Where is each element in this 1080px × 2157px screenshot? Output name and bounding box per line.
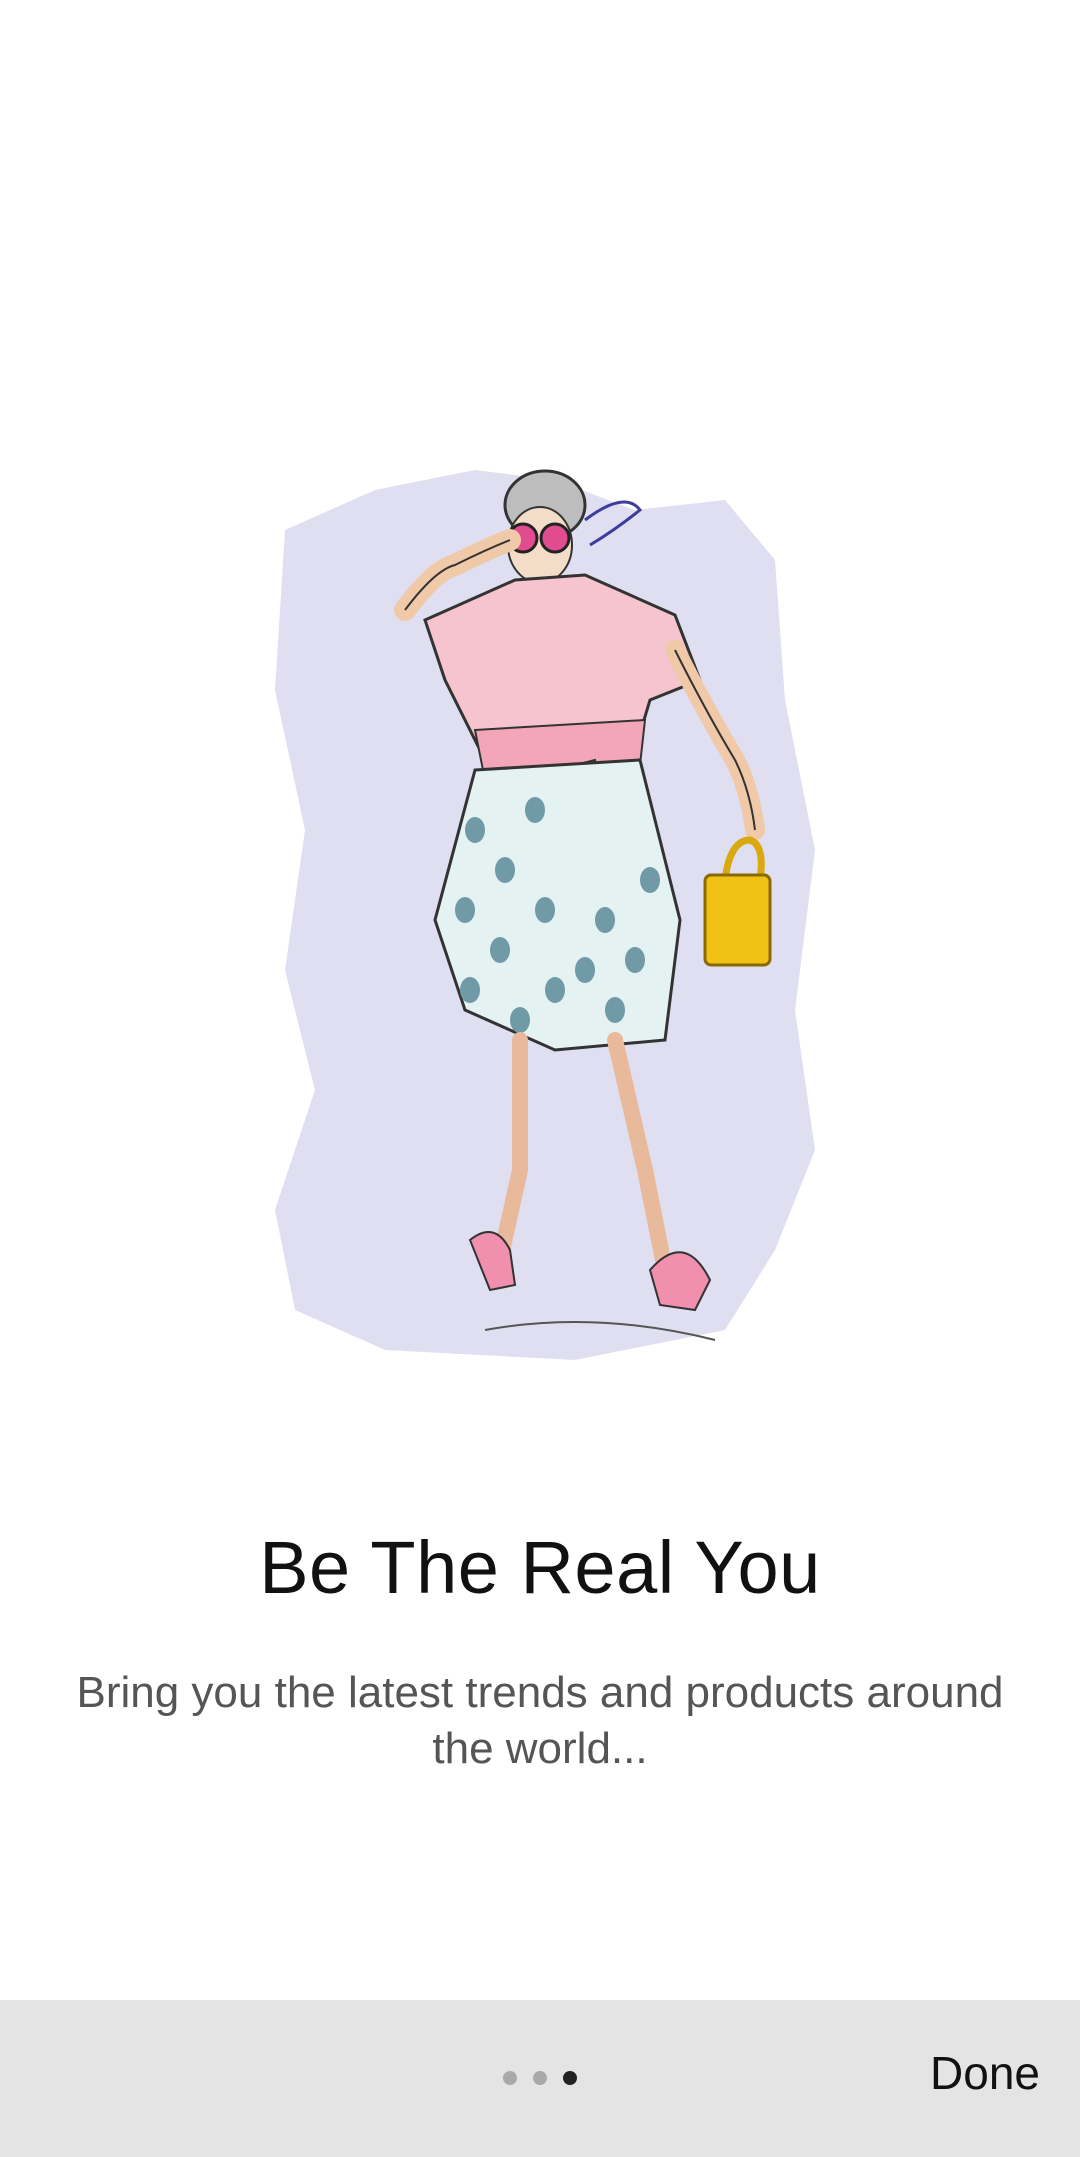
onboarding-screen: Be The Real You Bring you the latest tre… (0, 0, 1080, 2157)
page-dot-3-active[interactable] (563, 2071, 577, 2085)
fashion-illustration (275, 469, 815, 1360)
done-button[interactable]: Done (930, 2046, 1040, 2100)
bottom-navigation-bar: Done (0, 2000, 1080, 2157)
page-dot-2[interactable] (533, 2071, 547, 2085)
onboarding-title: Be The Real You (259, 1526, 821, 1609)
page-dot-1[interactable] (503, 2071, 517, 2085)
sunglasses-right (539, 522, 571, 554)
page-indicator (503, 2071, 577, 2085)
onboarding-subtitle: Bring you the latest trends and products… (76, 1668, 1004, 1773)
handbag (703, 873, 772, 967)
